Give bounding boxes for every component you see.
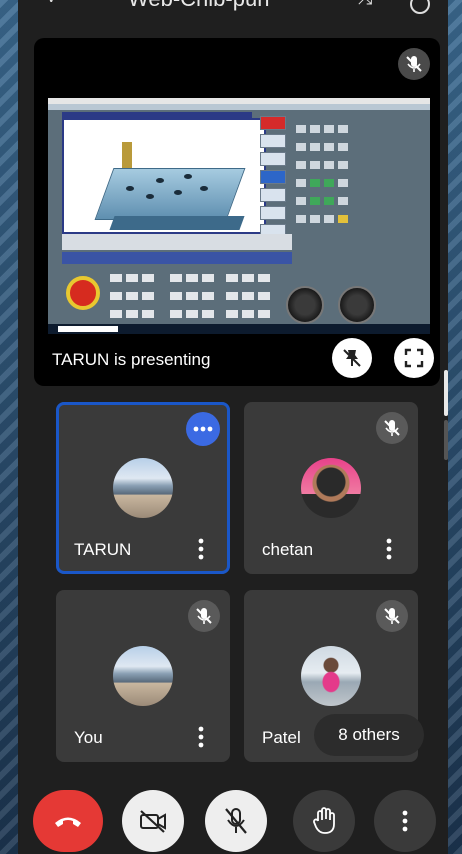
mic-off-icon bbox=[398, 48, 430, 80]
switch-camera-icon[interactable]: ⤰ bbox=[358, 0, 372, 9]
phone-hangup-icon bbox=[55, 817, 81, 827]
back-chevron-icon[interactable]: ˅ bbox=[46, 0, 57, 9]
others-chip[interactable]: 8 others bbox=[314, 714, 424, 756]
participant-tile-chetan[interactable]: chetan bbox=[244, 402, 418, 574]
mic-off-icon bbox=[225, 808, 247, 834]
raise-hand-button[interactable] bbox=[293, 790, 355, 852]
avatar bbox=[113, 458, 173, 518]
fullscreen-icon bbox=[404, 348, 424, 368]
drill-hole bbox=[184, 174, 192, 179]
drill-hole bbox=[200, 186, 208, 191]
avatar bbox=[113, 646, 173, 706]
feed-knob bbox=[286, 286, 324, 324]
fullscreen-button[interactable] bbox=[394, 338, 434, 378]
mic-toggle-button[interactable] bbox=[205, 790, 267, 852]
meeting-title: Web-Chib-pun bbox=[128, 0, 269, 12]
tile-options-button[interactable] bbox=[186, 412, 220, 446]
window-menubar bbox=[48, 104, 430, 110]
mic-off-icon bbox=[376, 412, 408, 444]
participant-name: You bbox=[74, 728, 103, 747]
top-bar: ˅ Web-Chib-pun ⤰ bbox=[18, 0, 448, 30]
more-vert-icon[interactable] bbox=[198, 726, 204, 748]
camera-toggle-button[interactable] bbox=[122, 790, 184, 852]
avatar bbox=[301, 646, 361, 706]
presenter-mic-off-badge bbox=[398, 48, 430, 85]
end-call-button[interactable] bbox=[33, 790, 103, 852]
more-options-button[interactable] bbox=[374, 790, 436, 852]
status-row bbox=[62, 234, 292, 250]
hand-icon bbox=[313, 807, 335, 834]
shared-screen bbox=[48, 98, 430, 334]
audio-output-icon[interactable] bbox=[410, 0, 430, 14]
drill-hole bbox=[156, 178, 164, 183]
participant-name: TARUN bbox=[74, 540, 132, 559]
participant-name: Patel bbox=[262, 728, 301, 747]
scrollbar-thumb[interactable] bbox=[444, 370, 448, 416]
key-block bbox=[108, 270, 158, 324]
drill-hole bbox=[174, 190, 182, 195]
participant-tile-tarun[interactable]: TARUN bbox=[56, 402, 230, 574]
taskbar-search bbox=[58, 326, 118, 332]
unpin-button[interactable] bbox=[332, 338, 372, 378]
workpiece-graphic bbox=[94, 168, 246, 220]
scrollbar-track[interactable] bbox=[444, 420, 448, 460]
softkey-column bbox=[260, 116, 286, 238]
key-block bbox=[168, 270, 218, 324]
spindle-knob bbox=[338, 286, 376, 324]
workpiece-side bbox=[109, 216, 245, 230]
more-vert-icon bbox=[402, 810, 408, 832]
meet-app-window: ˅ Web-Chib-pun ⤰ bbox=[18, 0, 448, 854]
participant-tile-you[interactable]: You bbox=[56, 590, 230, 762]
presentation-tile[interactable]: TARUN is presenting bbox=[34, 38, 440, 386]
camera-off-icon bbox=[140, 810, 166, 833]
more-vert-icon[interactable] bbox=[386, 538, 392, 560]
mic-off-icon bbox=[188, 600, 220, 632]
participant-name: chetan bbox=[262, 540, 314, 559]
avatar bbox=[301, 458, 361, 518]
os-taskbar bbox=[48, 324, 430, 334]
drill-hole bbox=[126, 186, 134, 191]
drill-hole bbox=[146, 194, 154, 199]
machine-view bbox=[62, 118, 266, 234]
more-horiz-icon bbox=[193, 426, 213, 432]
control-keypad bbox=[294, 122, 364, 232]
emergency-stop-graphic bbox=[66, 276, 100, 310]
function-key-bar bbox=[62, 252, 292, 264]
mic-off-icon bbox=[376, 600, 408, 632]
key-block bbox=[224, 270, 274, 324]
unpin-icon bbox=[343, 349, 361, 367]
presenting-label: TARUN is presenting bbox=[52, 350, 211, 369]
more-vert-icon[interactable] bbox=[198, 538, 204, 560]
